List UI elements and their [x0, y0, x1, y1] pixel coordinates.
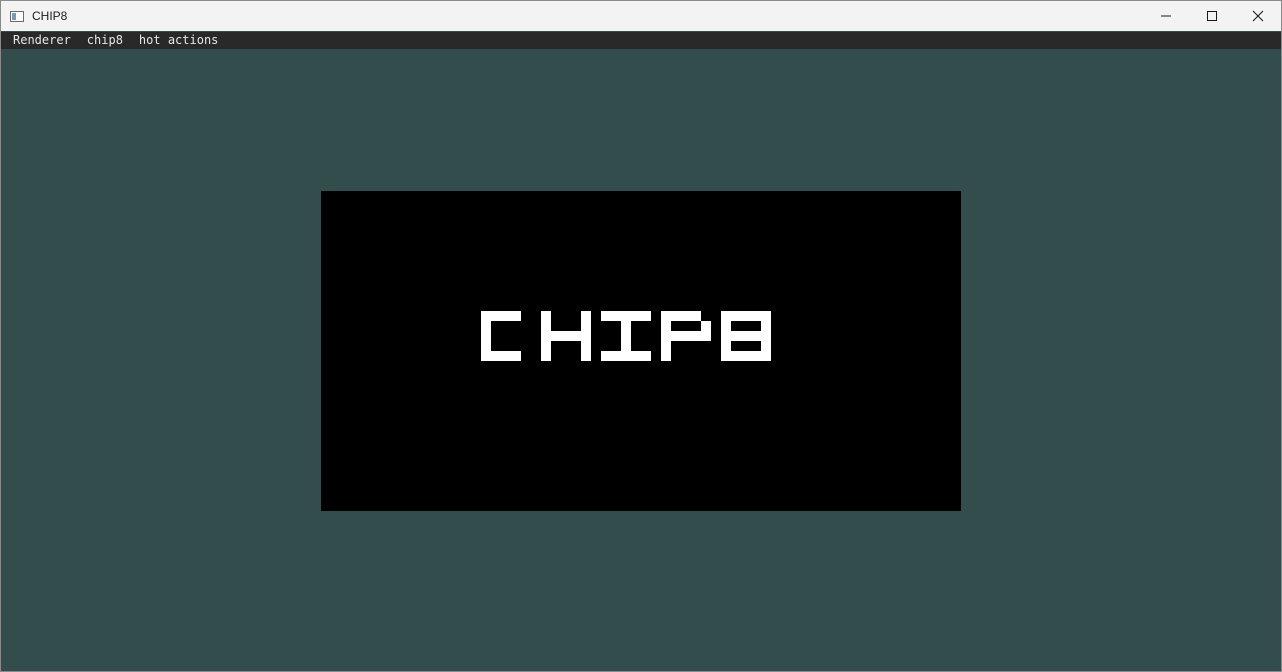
menu-renderer[interactable]: Renderer: [1, 32, 79, 49]
menu-chip8[interactable]: chip8: [79, 32, 131, 49]
chip8-logo: [481, 311, 771, 361]
title-bar[interactable]: CHIP8: [1, 1, 1281, 31]
maximize-button[interactable]: [1189, 1, 1235, 31]
close-button[interactable]: [1235, 1, 1281, 31]
maximize-icon: [1207, 11, 1217, 21]
menu-bar: Renderer chip8 hot actions: [1, 32, 1281, 49]
app-window: CHIP8 Renderer chip8 hot actions: [0, 0, 1282, 672]
menu-hot-actions[interactable]: hot actions: [131, 32, 226, 49]
window-title: CHIP8: [32, 9, 68, 23]
window-controls: [1143, 1, 1281, 31]
chip8-display: [321, 191, 961, 511]
app-icon: [10, 10, 24, 22]
minimize-icon: [1161, 15, 1171, 17]
bottom-overlay-strip: [1, 661, 1281, 671]
chip8-screen: [481, 311, 771, 361]
minimize-button[interactable]: [1143, 1, 1189, 31]
close-icon: [1252, 10, 1264, 22]
